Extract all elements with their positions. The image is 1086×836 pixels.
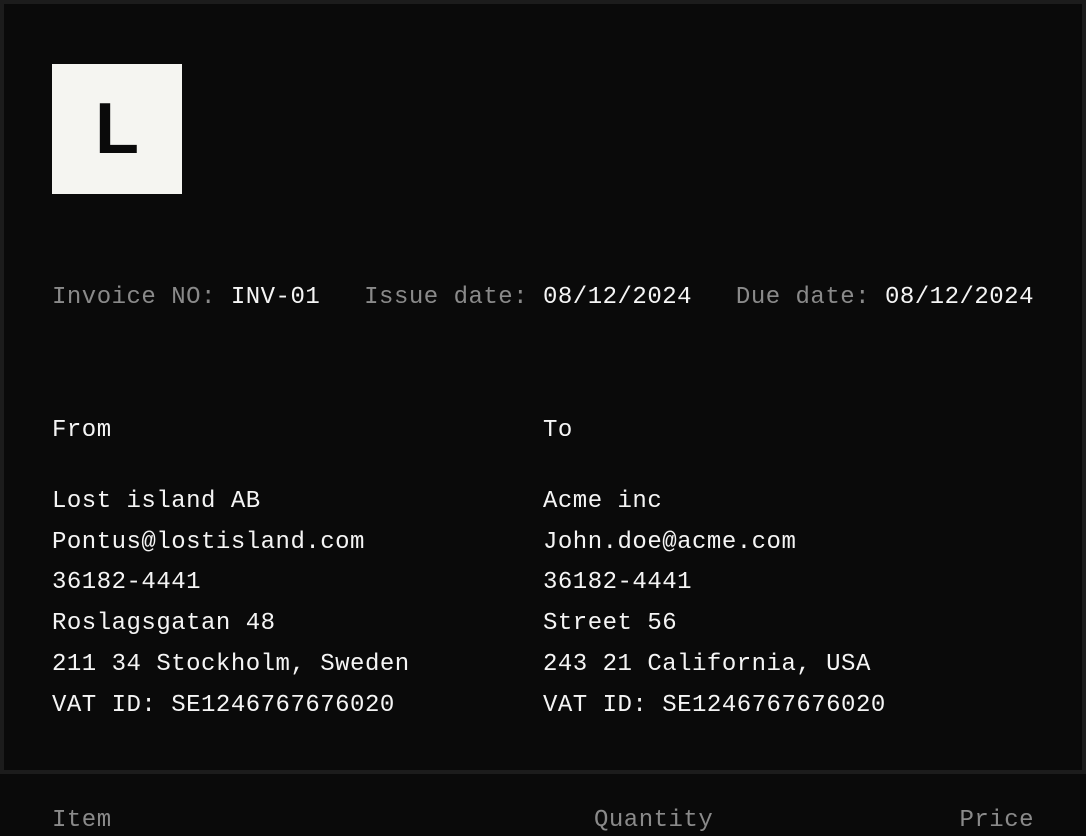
to-street: Street 56 xyxy=(543,604,1034,645)
logo-letter-icon: L xyxy=(95,93,139,165)
column-header-quantity: Quantity xyxy=(594,807,874,834)
from-city: 211 34 Stockholm, Sweden xyxy=(52,645,543,686)
invoice-number: Invoice NO: INV-01 xyxy=(52,284,320,311)
from-name: Lost island AB xyxy=(52,482,543,523)
invoice-page: L Invoice NO: INV-01 Issue date: 08/12/2… xyxy=(4,4,1082,834)
from-vat: VAT ID: SE1246767676020 xyxy=(52,686,543,727)
to-heading: To xyxy=(543,411,1034,452)
to-phone: 36182-4441 xyxy=(543,563,1034,604)
column-header-price: Price xyxy=(874,807,1034,834)
to-city: 243 21 California, USA xyxy=(543,645,1034,686)
company-logo: L xyxy=(52,64,182,194)
address-section: From Lost island AB Pontus@lostisland.co… xyxy=(52,411,1034,727)
due-date-label: Due date: xyxy=(736,284,870,311)
issue-date-label: Issue date: xyxy=(364,284,528,311)
column-header-item: Item xyxy=(52,807,594,834)
from-phone: 36182-4441 xyxy=(52,563,543,604)
to-block: To Acme inc John.doe@acme.com 36182-4441… xyxy=(543,411,1034,727)
invoice-meta-row: Invoice NO: INV-01 Issue date: 08/12/202… xyxy=(52,284,1034,311)
to-email: John.doe@acme.com xyxy=(543,523,1034,564)
due-date: Due date: 08/12/2024 xyxy=(736,284,1034,311)
invoice-number-value: INV-01 xyxy=(231,284,320,311)
due-date-value: 08/12/2024 xyxy=(885,284,1034,311)
issue-date-value: 08/12/2024 xyxy=(543,284,692,311)
from-heading: From xyxy=(52,411,543,452)
from-block: From Lost island AB Pontus@lostisland.co… xyxy=(52,411,543,727)
from-email: Pontus@lostisland.com xyxy=(52,523,543,564)
to-vat: VAT ID: SE1246767676020 xyxy=(543,686,1034,727)
invoice-number-label: Invoice NO: xyxy=(52,284,216,311)
line-items-header: Item Quantity Price xyxy=(52,807,1034,834)
issue-date: Issue date: 08/12/2024 xyxy=(364,284,692,311)
to-name: Acme inc xyxy=(543,482,1034,523)
from-street: Roslagsgatan 48 xyxy=(52,604,543,645)
